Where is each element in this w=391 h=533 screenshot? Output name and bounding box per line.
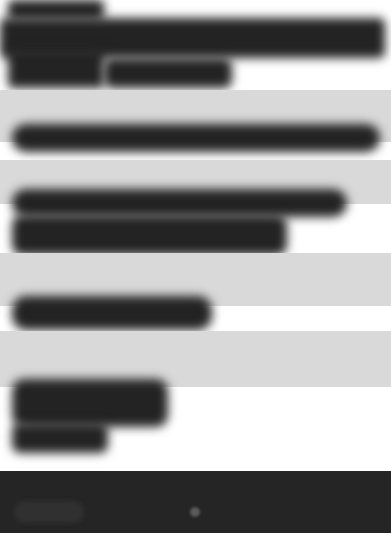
header-left-block <box>8 48 104 88</box>
section-2-extra-block <box>12 215 287 255</box>
header-bottom-block <box>104 58 232 88</box>
section-4-value[interactable] <box>12 379 168 427</box>
dot-icon[interactable] <box>190 507 200 517</box>
footer-left-button[interactable] <box>14 501 84 523</box>
screen <box>0 0 391 533</box>
section-3-value[interactable] <box>12 296 212 330</box>
section-4-value-extension <box>12 423 108 453</box>
section-1-value[interactable] <box>12 124 380 152</box>
footer-bar <box>0 471 391 533</box>
title-block <box>8 0 104 20</box>
section-2-value[interactable] <box>12 189 347 217</box>
